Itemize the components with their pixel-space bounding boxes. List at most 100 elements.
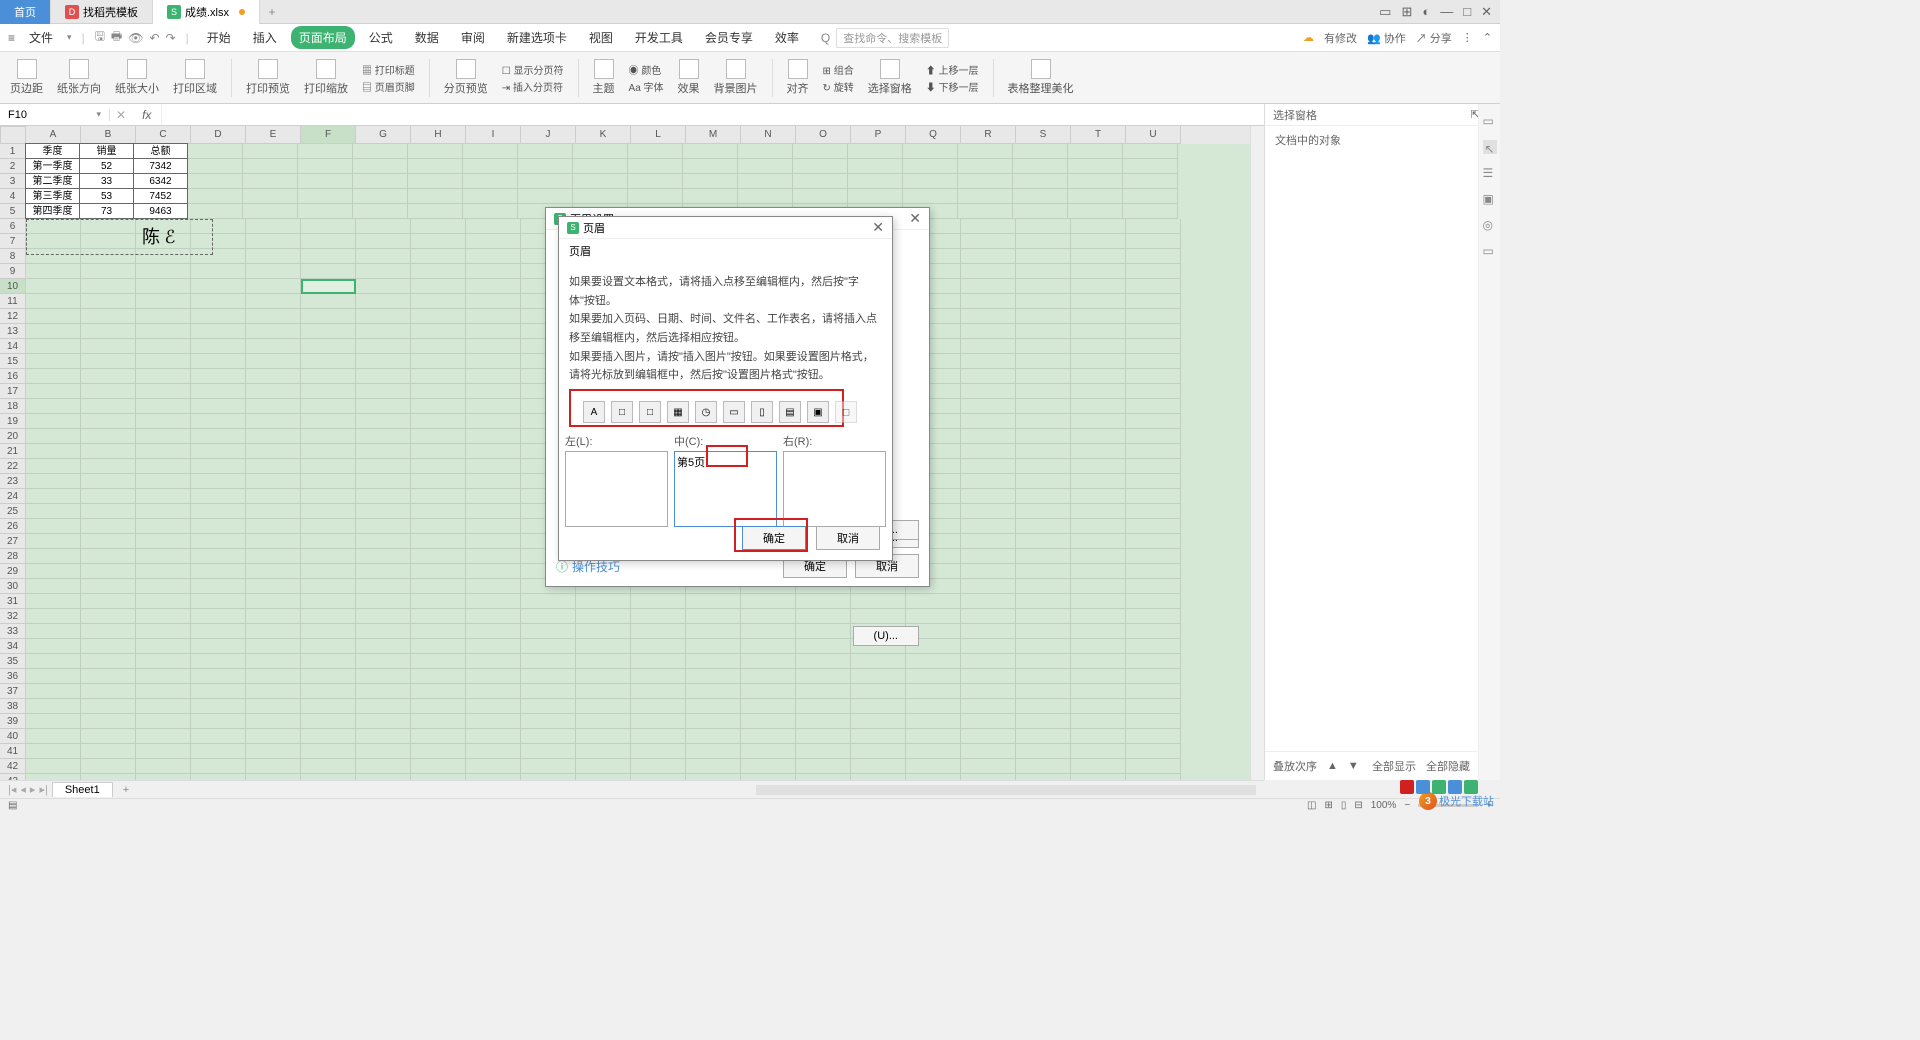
menu-view[interactable]: 视图 <box>581 26 621 49</box>
row-header-14[interactable]: 14 <box>0 339 26 354</box>
rb-front[interactable]: ⬆ 上移一层 <box>926 62 979 77</box>
rb-fonts[interactable]: Aa 字体 <box>629 79 664 94</box>
vertical-scrollbar[interactable] <box>1250 126 1264 780</box>
row-header-28[interactable]: 28 <box>0 549 26 564</box>
row-header-11[interactable]: 11 <box>0 294 26 309</box>
rb-colors[interactable]: ◉ 颜色 <box>629 62 664 77</box>
share-label[interactable]: ↗ 分享 <box>1416 30 1452 46</box>
menu-efficiency[interactable]: 效率 <box>767 26 807 49</box>
sp-up-icon[interactable]: ▲ <box>1327 760 1338 772</box>
menu-formula[interactable]: 公式 <box>361 26 401 49</box>
rb-theme[interactable]: 主题 <box>593 59 615 96</box>
row-header-29[interactable]: 29 <box>0 564 26 579</box>
right-pane[interactable] <box>783 451 886 527</box>
dropdown-icon[interactable]: ▾ <box>67 32 72 43</box>
row-header-35[interactable]: 35 <box>0 654 26 669</box>
col-header-I[interactable]: I <box>466 126 521 144</box>
dlg-front-close[interactable]: ✕ <box>872 219 884 236</box>
min-icon[interactable]: — <box>1440 4 1453 20</box>
row-header-8[interactable]: 8 <box>0 249 26 264</box>
col-header-U[interactable]: U <box>1126 126 1181 144</box>
row-header-34[interactable]: 34 <box>0 639 26 654</box>
hamburger-icon[interactable]: ≡ <box>8 31 15 45</box>
row-header-37[interactable]: 37 <box>0 684 26 699</box>
menu-insert[interactable]: 插入 <box>245 26 285 49</box>
col-header-F[interactable]: F <box>301 126 356 144</box>
menu-newtab[interactable]: 新建选项卡 <box>499 26 575 49</box>
row-header-22[interactable]: 22 <box>0 459 26 474</box>
dlg-back-close[interactable]: ✕ <box>909 210 921 227</box>
rb-orientation[interactable]: 纸张方向 <box>57 59 101 96</box>
col-header-H[interactable]: H <box>411 126 466 144</box>
row-header-23[interactable]: 23 <box>0 474 26 489</box>
col-header-L[interactable]: L <box>631 126 686 144</box>
row-header-42[interactable]: 42 <box>0 759 26 774</box>
col-header-O[interactable]: O <box>796 126 851 144</box>
row-header-19[interactable]: 19 <box>0 414 26 429</box>
menu-vip[interactable]: 会员专享 <box>697 26 761 49</box>
row-header-24[interactable]: 24 <box>0 489 26 504</box>
view-normal-icon[interactable]: ⊞ <box>1324 800 1332 811</box>
close-icon[interactable]: ✕ <box>1481 4 1492 20</box>
row-header-17[interactable]: 17 <box>0 384 26 399</box>
rb-rotate[interactable]: ↻ 旋转 <box>823 79 854 94</box>
rb-printarea[interactable]: 打印区域 <box>173 59 217 96</box>
row-header-30[interactable]: 30 <box>0 579 26 594</box>
sp-showall[interactable]: 全部显示 <box>1372 758 1416 774</box>
row-header-33[interactable]: 33 <box>0 624 26 639</box>
rb-pagebreak[interactable]: 分页预览 <box>444 59 488 96</box>
row-header-27[interactable]: 27 <box>0 534 26 549</box>
rail-pic-icon[interactable]: ▣ <box>1483 192 1497 206</box>
col-header-J[interactable]: J <box>521 126 576 144</box>
rb-align[interactable]: 对齐 <box>787 59 809 96</box>
row-header-3[interactable]: 3 <box>0 174 26 189</box>
rb-selectpane[interactable]: 选择窗格 <box>868 59 912 96</box>
rb-back[interactable]: ⬇ 下移一层 <box>926 79 979 94</box>
row-header-5[interactable]: 5 <box>0 204 26 219</box>
search-icon[interactable]: Q <box>821 31 830 45</box>
dlg-front-cancel[interactable]: 取消 <box>816 526 880 550</box>
tb-picformat[interactable]: ◻ <box>835 401 857 423</box>
menu-review[interactable]: 审阅 <box>453 26 493 49</box>
sp-hideall[interactable]: 全部隐藏 <box>1426 758 1470 774</box>
zoom-value[interactable]: 100% <box>1371 800 1397 811</box>
row-header-9[interactable]: 9 <box>0 264 26 279</box>
col-header-D[interactable]: D <box>191 126 246 144</box>
rail-chain-icon[interactable]: ☰ <box>1483 166 1497 180</box>
col-header-M[interactable]: M <box>686 126 741 144</box>
row-header-18[interactable]: 18 <box>0 399 26 414</box>
row-header-38[interactable]: 38 <box>0 699 26 714</box>
col-header-B[interactable]: B <box>81 126 136 144</box>
search-input[interactable]: 查找命令、搜索模板 <box>836 28 949 48</box>
layout-icon[interactable]: ▭ <box>1379 4 1391 20</box>
status-menu-icon[interactable]: ▤ <box>8 800 17 811</box>
user-icon[interactable]: ◐ <box>1422 4 1430 20</box>
preview-icon[interactable]: 👁 <box>128 31 143 45</box>
sheet-next-icon[interactable]: ▸ <box>30 783 36 796</box>
col-header-G[interactable]: G <box>356 126 411 144</box>
view-break-icon[interactable]: ⊟ <box>1354 800 1362 811</box>
col-header-A[interactable]: A <box>26 126 81 144</box>
tab-file[interactable]: S成绩.xlsx <box>153 0 260 24</box>
fx-label[interactable]: fx <box>132 108 161 122</box>
row-header-26[interactable]: 26 <box>0 519 26 534</box>
undo-icon[interactable]: ↶ <box>149 31 159 45</box>
row-header-6[interactable]: 6 <box>0 219 26 234</box>
tab-home[interactable]: 首页 <box>0 0 51 24</box>
unsaved-label[interactable]: 有修改 <box>1324 30 1357 46</box>
menu-devtools[interactable]: 开发工具 <box>627 26 691 49</box>
rb-printtitles[interactable]: ▦ 打印标题 <box>362 62 415 77</box>
sheet-tab-1[interactable]: Sheet1 <box>52 782 113 797</box>
col-header-Q[interactable]: Q <box>906 126 961 144</box>
rail-book-icon[interactable]: ▭ <box>1483 244 1497 258</box>
rail-cursor-icon[interactable]: ↖ <box>1483 140 1497 154</box>
dlg-back-btn-u[interactable]: (U)... <box>853 626 919 646</box>
selected-cell[interactable] <box>301 279 356 294</box>
rb-headerfooter[interactable]: ▤ 页眉页脚 <box>362 79 415 94</box>
rb-effects[interactable]: 效果 <box>678 59 700 96</box>
more-icon[interactable]: ⋮ <box>1462 31 1473 44</box>
col-header-R[interactable]: R <box>961 126 1016 144</box>
rail-target-icon[interactable]: ◎ <box>1483 218 1497 232</box>
rb-size[interactable]: 纸张大小 <box>115 59 159 96</box>
col-header-S[interactable]: S <box>1016 126 1071 144</box>
